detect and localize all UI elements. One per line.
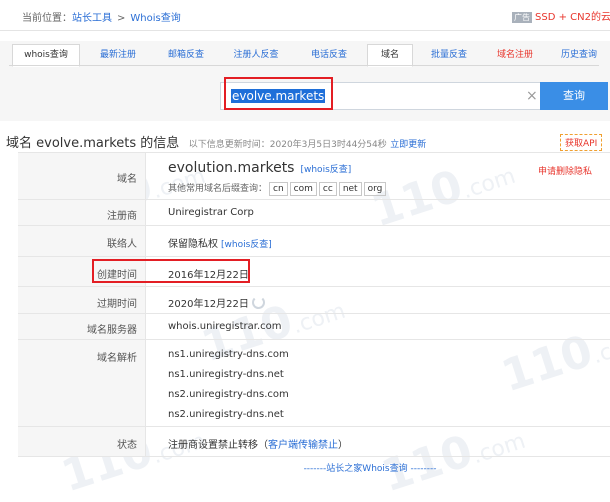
top-bar: 当前位置：站长工具 > Whois查询 广告SSD + CN2的云主机 bbox=[0, 0, 610, 31]
status-suffix: ） bbox=[338, 440, 348, 451]
dns-server-2: ns1.uniregistry-dns.net bbox=[168, 369, 284, 380]
row-label: 状态 bbox=[18, 427, 146, 456]
row-contact: 联络人 保留隐私权 [whois反查] bbox=[18, 226, 610, 257]
highlight-box bbox=[92, 259, 250, 283]
search-input[interactable]: evolve.markets × bbox=[220, 77, 550, 110]
contact-value-line: 保留隐私权 [whois反查] bbox=[168, 235, 272, 250]
row-label: 过期时间 bbox=[18, 287, 146, 313]
tab-domain[interactable]: 域名 bbox=[367, 44, 413, 67]
suffix-net[interactable]: net bbox=[338, 182, 362, 196]
tab-domain-register[interactable]: 域名注册 bbox=[485, 44, 545, 66]
tab-batch-reverse[interactable]: 批量反查 bbox=[419, 44, 479, 66]
tab-latest-registered[interactable]: 最新注册 bbox=[87, 44, 149, 66]
refresh-spinner-icon[interactable] bbox=[251, 296, 265, 309]
row-label: 注册商 bbox=[18, 200, 146, 225]
breadcrumb-current[interactable]: Whois查询 bbox=[130, 13, 180, 24]
row-label: 域名 bbox=[18, 153, 146, 199]
tab-email-reverse[interactable]: 邮箱反查 bbox=[155, 44, 217, 66]
server-value: whois.uniregistrar.com bbox=[168, 321, 282, 332]
row-label: 域名解析 bbox=[18, 340, 146, 426]
row-whois-server: 域名服务器 whois.uniregistrar.com bbox=[18, 314, 610, 340]
dns-server-3: ns2.uniregistry-dns.com bbox=[168, 389, 289, 400]
tab-divider bbox=[9, 65, 599, 66]
footer-text: -------站长之家Whois查询 -------- bbox=[303, 464, 437, 474]
row-domain: 域名 evolution.markets [whois反查] 其他常用域名后缀查询… bbox=[18, 153, 610, 200]
dns-server-1: ns1.uniregistry-dns.com bbox=[168, 349, 289, 360]
result-title: 域名 evolve.markets 的信息 bbox=[6, 136, 180, 151]
clear-icon[interactable]: × bbox=[526, 88, 538, 104]
remove-privacy-link[interactable]: 申请删除隐私 bbox=[538, 164, 592, 177]
contact-whois-link[interactable]: [whois反查] bbox=[221, 240, 272, 250]
breadcrumb-tools-link[interactable]: 站长工具 bbox=[72, 13, 112, 24]
row-dns: 域名解析 ns1.uniregistry-dns.com ns1.uniregi… bbox=[18, 340, 610, 427]
suffix-org[interactable]: org bbox=[363, 182, 387, 196]
search-panel: whois查询 最新注册 邮箱反查 注册人反查 电话反查 域名 批量反查 域名注… bbox=[0, 41, 610, 121]
ad-text: SSD + CN2的云主机 bbox=[535, 12, 610, 23]
status-value-line: 注册商设置禁止转移（客户端传输禁止） bbox=[168, 436, 348, 451]
tab-whois[interactable]: whois查询 bbox=[12, 44, 80, 67]
breadcrumb-separator: > bbox=[117, 13, 126, 24]
tab-history[interactable]: 历史查询 bbox=[549, 44, 609, 66]
update-time: 以下信息更新时间：2020年3月5日3时44分54秒 bbox=[188, 140, 387, 150]
status-value: 注册商设置禁止转移（ bbox=[168, 440, 268, 451]
suffix-cn[interactable]: cn bbox=[269, 182, 288, 196]
contact-value: 保留隐私权 bbox=[168, 239, 218, 250]
row-registrar: 注册商 Uniregistrar Corp bbox=[18, 200, 610, 226]
refresh-link[interactable]: 立即更新 bbox=[390, 140, 426, 150]
suffix-cc[interactable]: cc bbox=[318, 182, 337, 196]
domain-value-line: evolution.markets [whois反查] bbox=[168, 160, 351, 176]
status-transfer-link[interactable]: 客户端传输禁止 bbox=[268, 440, 338, 451]
expires-value-line: 2020年12月22日 bbox=[168, 295, 265, 310]
get-api-button[interactable]: 获取API bbox=[560, 134, 603, 151]
highlight-box bbox=[224, 77, 333, 110]
row-status: 状态 注册商设置禁止转移（客户端传输禁止） bbox=[18, 427, 610, 457]
tab-registrant-reverse[interactable]: 注册人反查 bbox=[223, 44, 289, 66]
ad-tag: 广告 bbox=[512, 12, 532, 23]
row-expires: 过期时间 2020年12月22日 bbox=[18, 287, 610, 314]
ad-banner[interactable]: 广告SSD + CN2的云主机 bbox=[512, 8, 610, 23]
tab-phone-reverse[interactable]: 电话反查 bbox=[299, 44, 359, 66]
dns-server-4: ns2.uniregistry-dns.net bbox=[168, 409, 284, 420]
breadcrumb: 当前位置：站长工具 > Whois查询 bbox=[22, 9, 181, 24]
whois-reverse-link[interactable]: [whois反查] bbox=[300, 165, 351, 175]
registrar-value: Uniregistrar Corp bbox=[168, 207, 254, 218]
row-label: 域名服务器 bbox=[18, 314, 146, 339]
result-headline: 域名 evolve.markets 的信息 以下信息更新时间：2020年3月5日… bbox=[6, 132, 426, 151]
tab-bar: whois查询 最新注册 邮箱反查 注册人反查 电话反查 域名 批量反查 域名注… bbox=[9, 44, 604, 67]
domain-name: evolution.markets bbox=[168, 160, 295, 176]
breadcrumb-prefix: 当前位置： bbox=[22, 13, 72, 24]
expires-value: 2020年12月22日 bbox=[168, 299, 249, 310]
whois-info-table: 域名 evolution.markets [whois反查] 其他常用域名后缀查询… bbox=[18, 152, 610, 457]
search-button[interactable]: 查询 bbox=[540, 82, 608, 110]
suffix-label: 其他常用域名后缀查询： bbox=[168, 184, 268, 194]
suffix-line: 其他常用域名后缀查询： cn com cc net org bbox=[168, 181, 387, 196]
row-label: 联络人 bbox=[18, 226, 146, 256]
suffix-com[interactable]: com bbox=[289, 182, 317, 196]
